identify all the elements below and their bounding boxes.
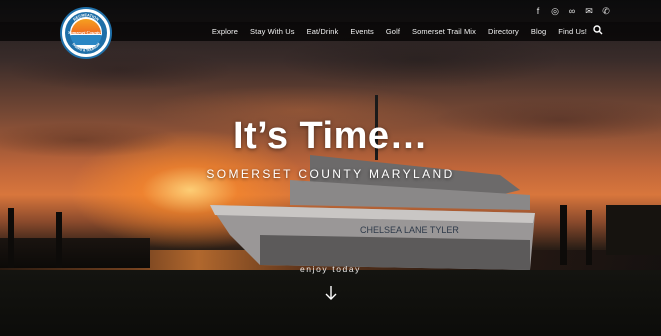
nav-item-directory[interactable]: Directory <box>488 27 519 36</box>
hero-headline: It’s Time… <box>232 115 429 157</box>
nav-item-somerset-trail-mix[interactable]: Somerset Trail Mix <box>412 27 476 36</box>
nav-item-eat-drink[interactable]: Eat/Drink <box>307 27 339 36</box>
nav-item-golf[interactable]: Golf <box>386 27 400 36</box>
nav-item-events[interactable]: Events <box>350 27 374 36</box>
svg-text:RECREATION: RECREATION <box>72 12 100 22</box>
logo-text: RECREATION PARKS & TOURISM Somerset Coun… <box>68 12 101 52</box>
boat-name: CHELSEA LANE TYLER <box>360 225 459 235</box>
site-logo[interactable]: RECREATION PARKS & TOURISM Somerset Coun… <box>60 7 112 59</box>
social-links: f ◎ ∞ ✉ ✆ <box>533 5 611 17</box>
svg-text:PARKS & TOURISM: PARKS & TOURISM <box>71 42 100 52</box>
nav-item-stay-with-us[interactable]: Stay With Us <box>250 27 295 36</box>
piling <box>8 208 14 268</box>
nav-item-blog[interactable]: Blog <box>531 27 546 36</box>
instagram-icon[interactable]: ◎ <box>550 5 560 17</box>
hero-subhead: SOMERSET COUNTY MARYLAND <box>206 167 455 181</box>
shed <box>606 205 661 255</box>
piling <box>56 212 62 268</box>
facebook-icon[interactable]: f <box>533 5 543 17</box>
hero-section: CHELSEA LANE TYLER f ◎ ∞ ✉ ✆ Explore Sta… <box>0 0 661 336</box>
enjoy-today-link[interactable]: enjoy today <box>0 264 661 274</box>
piling <box>560 205 567 265</box>
search-icon[interactable] <box>593 25 603 35</box>
tripadvisor-icon[interactable]: ∞ <box>567 5 577 17</box>
grass-foreground <box>0 270 661 336</box>
arrow-down-icon[interactable] <box>323 285 339 301</box>
nav-item-explore[interactable]: Explore <box>212 27 238 36</box>
logo-title: Somerset County <box>68 30 101 35</box>
phone-icon[interactable]: ✆ <box>601 5 611 17</box>
piling <box>586 210 592 265</box>
nav-menu: Explore Stay With Us Eat/Drink Events Go… <box>212 22 587 41</box>
nav-item-find-us[interactable]: Find Us! <box>558 27 587 36</box>
email-icon[interactable]: ✉ <box>584 5 594 17</box>
